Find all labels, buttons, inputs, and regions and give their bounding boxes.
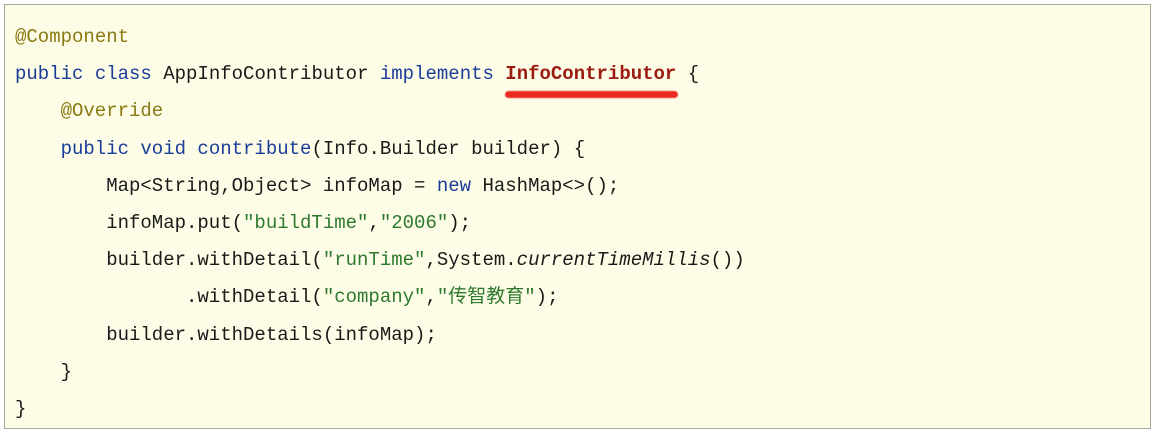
code-token: , <box>425 286 437 309</box>
code-token: infoMap.put( <box>106 211 244 234</box>
code-token: { <box>676 63 700 86</box>
code-line: .withDetail("company","传智教育"); <box>15 279 745 316</box>
code-token: ()) <box>710 249 745 272</box>
code-token: "runTime" <box>322 249 426 272</box>
code-token: } <box>15 397 27 420</box>
code-token: AppInfoContributor <box>163 63 380 86</box>
code-token: new <box>436 174 472 197</box>
code-token: ,System. <box>425 249 517 272</box>
code-block: @Component public class AppInfoContributo… <box>15 19 745 428</box>
red-underline-annotation <box>505 91 678 98</box>
code-token: "2006" <box>379 211 449 234</box>
code-token: public class <box>15 63 164 86</box>
code-line: builder.withDetails(infoMap); <box>15 317 745 354</box>
code-token: ); <box>535 286 559 309</box>
code-snippet-panel: @Component public class AppInfoContributo… <box>4 4 1151 429</box>
code-token: Map<String,Object> infoMap = <box>106 174 437 197</box>
code-line: } <box>15 354 745 391</box>
code-line: Map<String,Object> infoMap = new HashMap… <box>15 168 745 205</box>
code-token: contribute <box>197 137 312 160</box>
code-token: , <box>368 211 380 234</box>
code-token: @Component <box>15 26 130 48</box>
code-line: infoMap.put("buildTime","2006"); <box>15 205 745 242</box>
code-token: @Override <box>60 100 164 123</box>
code-token: public void <box>60 137 198 160</box>
code-token: InfoContributor <box>505 63 677 86</box>
code-token: "传智教育" <box>436 286 536 309</box>
code-token: } <box>60 360 72 383</box>
code-token: ); <box>448 211 472 234</box>
code-token: (Info.Builder builder) { <box>311 137 586 160</box>
code-line: public void contribute(Info.Builder buil… <box>15 131 745 168</box>
code-line: @Component <box>15 19 745 56</box>
code-token: implements <box>379 63 506 86</box>
code-line: builder.withDetail("runTime",System.curr… <box>15 242 745 279</box>
code-line: } <box>15 391 745 428</box>
code-token: "company" <box>322 286 426 309</box>
code-token: currentTimeMillis <box>516 249 711 272</box>
code-token: .withDetail( <box>186 286 323 309</box>
code-line: public class AppInfoContributor implemen… <box>15 56 745 93</box>
code-token: HashMap<>(); <box>471 174 620 197</box>
code-line: @Override <box>15 93 745 130</box>
code-token: builder.withDetail( <box>106 249 323 272</box>
code-token: builder.withDetails(infoMap); <box>106 323 437 346</box>
code-token: "buildTime" <box>243 211 369 234</box>
